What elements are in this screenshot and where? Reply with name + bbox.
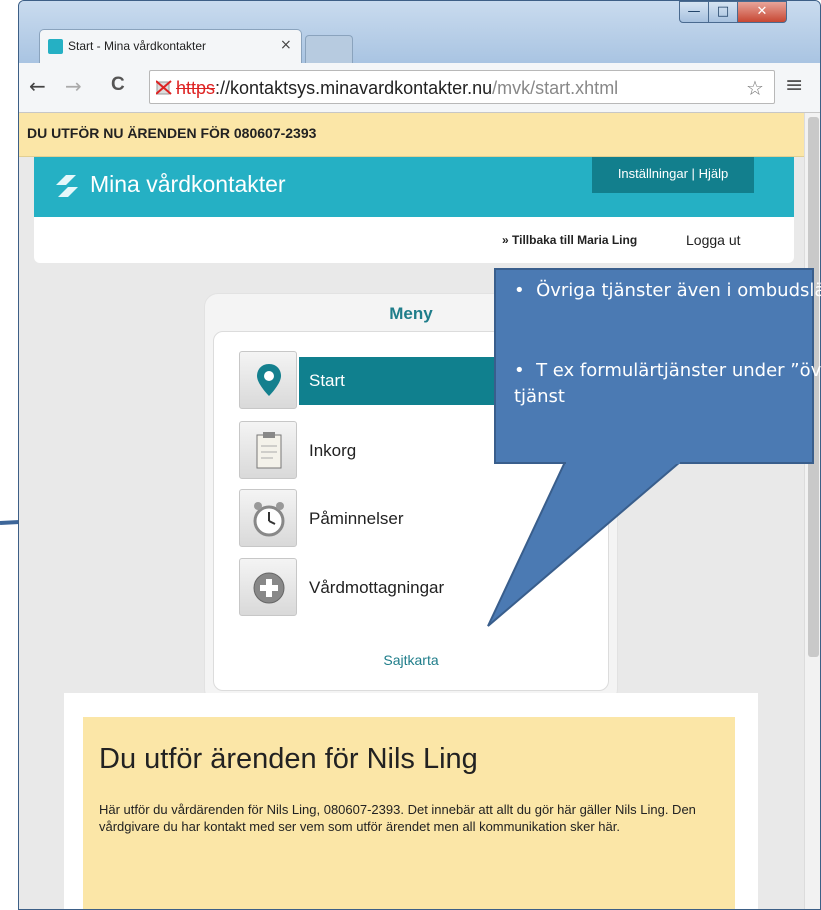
clipboard-icon bbox=[239, 421, 297, 479]
callout-box: • Övriga tjänster även i ombudsläge • T … bbox=[494, 268, 821, 464]
url-domain: ://kontaktsys.minavardkontakter.nu bbox=[215, 78, 493, 98]
callout-bullet-1: • Övriga tjänster även i ombudsläge bbox=[514, 278, 821, 304]
sub-navigation: » Tillbaka till Maria Ling Logga ut bbox=[34, 217, 794, 263]
maximize-button[interactable]: □ bbox=[708, 1, 738, 23]
sitemap-link[interactable]: Sajtkarta bbox=[214, 652, 608, 668]
insecure-lock-icon bbox=[155, 79, 172, 95]
back-icon[interactable]: ← bbox=[29, 74, 46, 98]
minimize-button[interactable]: — bbox=[679, 1, 709, 23]
title-bar: — □ ✕ Start - Mina vårdkontakter × bbox=[19, 1, 820, 63]
url-protocol: https bbox=[176, 78, 216, 98]
browser-tab-active[interactable]: Start - Mina vårdkontakter × bbox=[39, 29, 302, 63]
url-text: https://kontaktsys.minavardkontakter.nu/… bbox=[176, 78, 618, 99]
site-header: Mina vårdkontakter Inställningar | Hjälp bbox=[34, 157, 794, 217]
slide-left-edge bbox=[0, 0, 18, 910]
bullet-icon: • bbox=[514, 360, 537, 381]
alarm-clock-icon bbox=[239, 489, 297, 547]
settings-link[interactable]: Inställningar bbox=[618, 166, 688, 181]
menu-item-inkorg[interactable]: Inkorg bbox=[239, 421, 519, 481]
close-button[interactable]: ✕ bbox=[737, 1, 787, 23]
site-logo-icon bbox=[52, 171, 82, 206]
menu-item-label: Vårdmottagningar bbox=[309, 578, 445, 597]
bullet-icon: • bbox=[514, 280, 537, 301]
tab-close-icon[interactable]: × bbox=[280, 37, 292, 53]
header-links: Inställningar | Hjälp bbox=[592, 157, 754, 193]
header-link-separator: | bbox=[691, 166, 695, 181]
callout-pointer bbox=[487, 461, 683, 627]
map-pin-icon bbox=[239, 351, 297, 409]
browser-toolbar: ← → C https://kontaktsys.minavardkontakt… bbox=[19, 63, 820, 113]
vertical-scrollbar[interactable] bbox=[804, 113, 820, 909]
logout-link[interactable]: Logga ut bbox=[686, 232, 741, 248]
menu-item-label: Påminnelser bbox=[309, 509, 404, 528]
tab-title: Start - Mina vårdkontakter bbox=[68, 39, 207, 53]
back-to-user-link[interactable]: » Tillbaka till Maria Ling bbox=[502, 233, 637, 247]
plus-circle-icon bbox=[239, 558, 297, 616]
chrome-menu-icon[interactable]: ≡ bbox=[785, 73, 803, 98]
bookmark-star-icon[interactable]: ☆ bbox=[746, 76, 764, 100]
menu-item-label: Inkorg bbox=[309, 441, 357, 460]
proxy-info-box: Du utför ärenden för Nils Ling Här utför… bbox=[83, 717, 735, 909]
address-bar[interactable]: https://kontaktsys.minavardkontakter.nu/… bbox=[149, 70, 775, 104]
callout-seam bbox=[566, 452, 680, 464]
callout-bullet-2: • T ex formulärtjänster under ”övrig” tj… bbox=[514, 358, 821, 410]
callout-bullet-text: T ex formulärtjänster under ”övrig” tjän… bbox=[514, 360, 821, 407]
url-path: /mvk/start.xhtml bbox=[492, 78, 619, 98]
menu-item-paminnelser[interactable]: Påminnelser bbox=[239, 489, 519, 549]
forward-icon[interactable]: → bbox=[65, 74, 82, 98]
new-tab-button[interactable] bbox=[305, 35, 353, 63]
info-title: Du utför ärenden för Nils Ling bbox=[99, 743, 478, 775]
proxy-notice-bar: DU UTFÖR NU ÄRENDEN FÖR 080607-2393 bbox=[19, 113, 804, 157]
reload-icon[interactable]: C bbox=[111, 74, 125, 96]
info-body: Här utför du vårdärenden för Nils Ling, … bbox=[99, 802, 696, 834]
info-panel: Du utför ärenden för Nils Ling Här utför… bbox=[64, 693, 758, 909]
callout-bullet-text: Övriga tjänster även i ombudsläge bbox=[536, 280, 821, 301]
help-link[interactable]: Hjälp bbox=[699, 166, 729, 181]
menu-item-label: Start bbox=[309, 371, 345, 390]
favicon-icon bbox=[48, 39, 63, 54]
site-logo-text[interactable]: Mina vårdkontakter bbox=[90, 171, 286, 198]
